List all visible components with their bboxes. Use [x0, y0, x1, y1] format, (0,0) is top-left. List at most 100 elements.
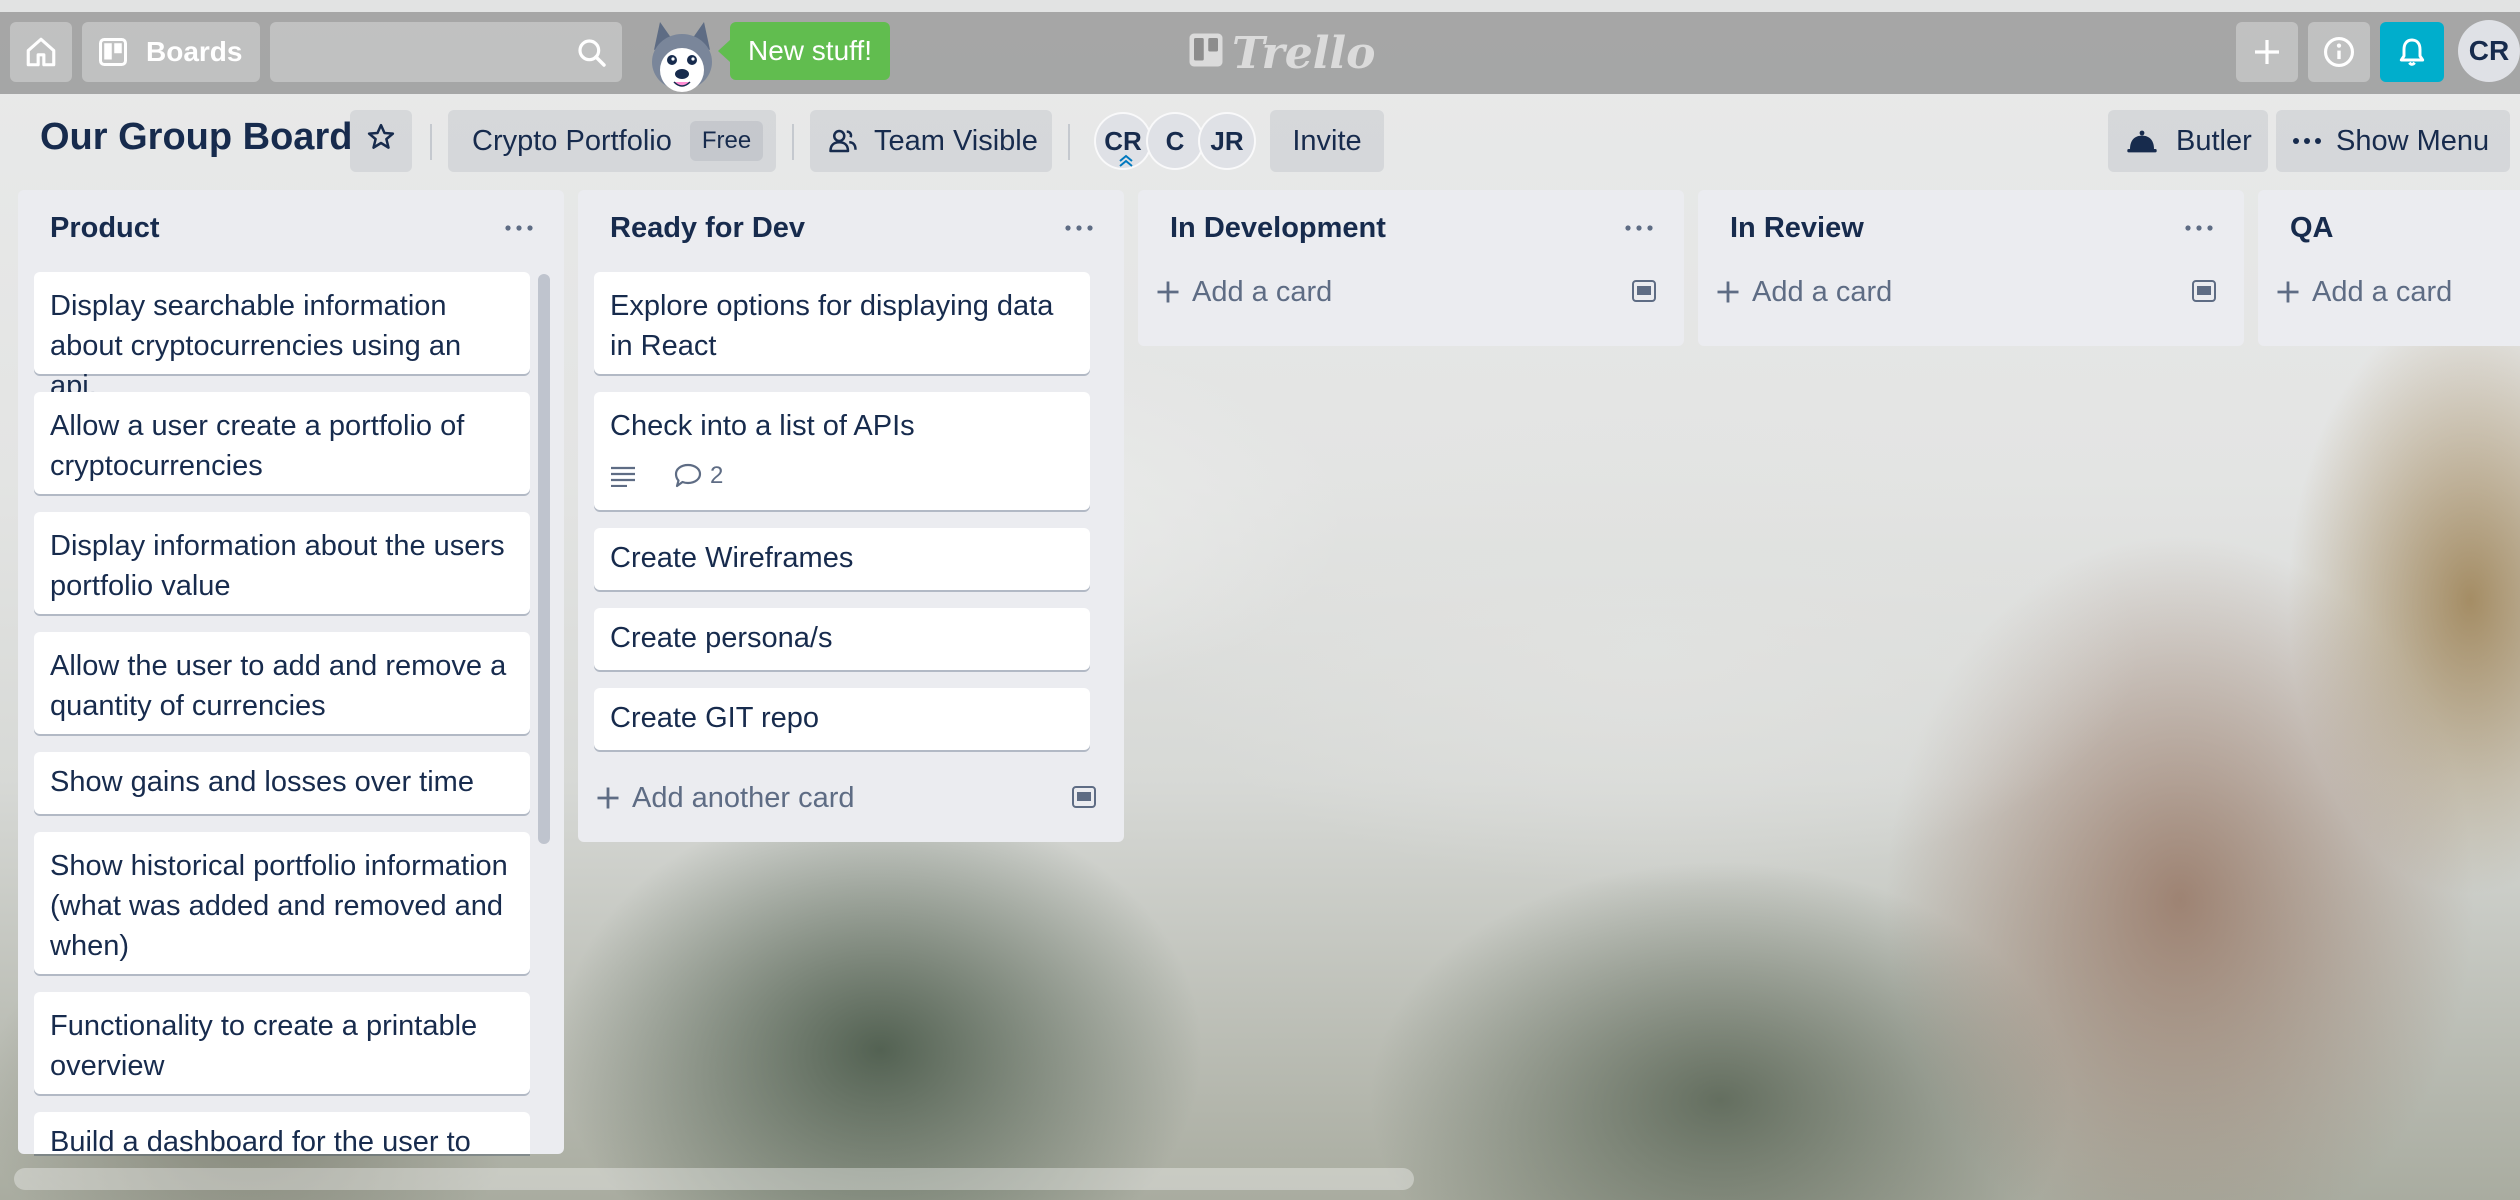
comment-icon	[674, 463, 702, 489]
board-title[interactable]: Our Group Board	[40, 116, 352, 159]
husky-mascot-icon[interactable]	[640, 20, 724, 96]
list-in-development: In Development Add a card	[1138, 190, 1684, 346]
list-header: QA	[2258, 190, 2520, 272]
card-title: Create GIT repo	[610, 702, 820, 734]
list-card[interactable]: Check into a list of APIs 2	[594, 392, 1090, 510]
list-menu-button[interactable]	[2176, 208, 2222, 248]
app-header: Boards New stuff! Trello CR	[0, 12, 2520, 94]
card-title: Functionality to create a printable over…	[50, 1010, 478, 1082]
list-card[interactable]: Create persona/s	[594, 608, 1090, 670]
search-input[interactable]	[270, 22, 622, 82]
card-title: Allow the user to add and remove a quant…	[50, 650, 507, 722]
card-title: Create Wireframes	[610, 542, 854, 574]
divider	[430, 124, 432, 160]
invite-button[interactable]: Invite	[1270, 110, 1384, 172]
new-stuff-button[interactable]: New stuff!	[718, 22, 890, 80]
workspace-name: Crypto Portfolio	[472, 124, 672, 157]
list-menu-button[interactable]	[496, 208, 542, 248]
list-title[interactable]: In Development	[1170, 212, 1386, 245]
plus-icon	[1154, 278, 1182, 306]
butler-label: Butler	[2176, 124, 2252, 157]
boards-button[interactable]: Boards	[82, 22, 260, 82]
card-badges: 2	[610, 456, 1074, 496]
add-another-card-button[interactable]: Add another card	[594, 768, 854, 828]
invite-label: Invite	[1292, 124, 1362, 157]
workspace-button[interactable]: Crypto Portfolio Free	[448, 110, 776, 172]
card-title: Check into a list of APIs	[610, 410, 915, 442]
card-title: Display information about the users port…	[50, 530, 505, 602]
comment-badge: 2	[674, 456, 723, 496]
more-dots-icon	[2185, 225, 2213, 231]
visibility-label: Team Visible	[874, 124, 1038, 157]
search-icon[interactable]	[576, 37, 608, 74]
list-header: Ready for Dev	[578, 190, 1124, 272]
more-dots-icon	[1065, 225, 1093, 231]
list-title[interactable]: Ready for Dev	[610, 212, 805, 245]
list-card[interactable]: Display searchable information about cry…	[34, 272, 530, 402]
member-initials: C	[1165, 125, 1185, 156]
create-button[interactable]	[2236, 22, 2298, 82]
list-title[interactable]: In Review	[1730, 212, 1864, 245]
info-button[interactable]	[2308, 22, 2370, 82]
list-product: Product Display searchable information a…	[18, 190, 564, 1154]
top-strip	[0, 0, 2520, 12]
list-title[interactable]: Product	[50, 212, 160, 245]
list-card[interactable]: Display information about the users port…	[34, 512, 530, 614]
list-card[interactable]: Create GIT repo	[594, 688, 1090, 750]
bell-icon	[2396, 36, 2428, 68]
list-card[interactable]: Allow the user to add and remove a quant…	[34, 632, 530, 734]
home-button[interactable]	[10, 22, 72, 82]
divider	[792, 124, 794, 160]
board-horizontal-scrollbar[interactable]	[14, 1168, 1414, 1190]
add-card-label: Add another card	[632, 781, 855, 814]
member-avatar[interactable]: CR	[1094, 112, 1152, 170]
card-title: Allow a user create a portfolio of crypt…	[50, 410, 465, 482]
card-template-icon[interactable]	[1630, 278, 1658, 304]
star-icon	[366, 122, 396, 160]
list-card[interactable]: Explore options for displaying data in R…	[594, 272, 1090, 374]
plus-icon	[1714, 278, 1742, 306]
star-board-button[interactable]	[350, 110, 412, 172]
butler-button[interactable]: Butler	[2108, 110, 2268, 172]
butler-bell-icon	[2126, 127, 2158, 155]
info-icon	[2322, 35, 2356, 69]
member-avatar[interactable]: C	[1146, 112, 1204, 170]
admin-chevron-icon	[1118, 154, 1134, 168]
boards-label: Boards	[146, 36, 243, 67]
list-card[interactable]: Build a dashboard for the user to	[34, 1112, 530, 1154]
more-dots-icon	[2292, 137, 2322, 145]
list-card[interactable]: Show gains and losses over time	[34, 752, 530, 814]
list-card[interactable]: Show historical portfolio information (w…	[34, 832, 530, 974]
add-card-label: Add a card	[1192, 275, 1333, 308]
add-card-button[interactable]: Add a card	[1154, 262, 1332, 322]
description-icon	[610, 465, 636, 487]
list-scrollbar[interactable]	[538, 274, 550, 844]
show-menu-label: Show Menu	[2336, 124, 2490, 157]
card-title: Create persona/s	[610, 622, 833, 654]
plus-icon	[2251, 36, 2283, 68]
list-header: Product	[18, 190, 564, 272]
visibility-button[interactable]: Team Visible	[810, 110, 1052, 172]
boards-icon	[98, 37, 128, 67]
search-box[interactable]	[270, 22, 622, 82]
user-initials: CR	[2468, 35, 2510, 66]
card-title: Build a dashboard for the user to	[50, 1126, 471, 1154]
list-menu-button[interactable]	[1616, 208, 1662, 248]
card-template-icon[interactable]	[1070, 784, 1098, 810]
show-menu-button[interactable]: Show Menu	[2276, 110, 2510, 172]
list-card[interactable]: Functionality to create a printable over…	[34, 992, 530, 1094]
list-menu-button[interactable]	[1056, 208, 1102, 248]
notifications-button[interactable]	[2380, 22, 2444, 82]
add-card-button[interactable]: Add a card	[1714, 262, 1892, 322]
add-card-button[interactable]: Add a card	[2274, 262, 2452, 322]
plus-icon	[2274, 278, 2302, 306]
user-avatar[interactable]: CR	[2458, 20, 2520, 82]
card-template-icon[interactable]	[2190, 278, 2218, 304]
list-card[interactable]: Allow a user create a portfolio of crypt…	[34, 392, 530, 494]
card-title: Show historical portfolio information (w…	[50, 850, 508, 962]
list-card[interactable]: Create Wireframes	[594, 528, 1090, 590]
member-avatar[interactable]: JR	[1198, 112, 1256, 170]
trello-logo[interactable]: Trello	[1188, 28, 1376, 79]
home-icon	[24, 35, 58, 69]
list-title[interactable]: QA	[2290, 212, 2334, 245]
